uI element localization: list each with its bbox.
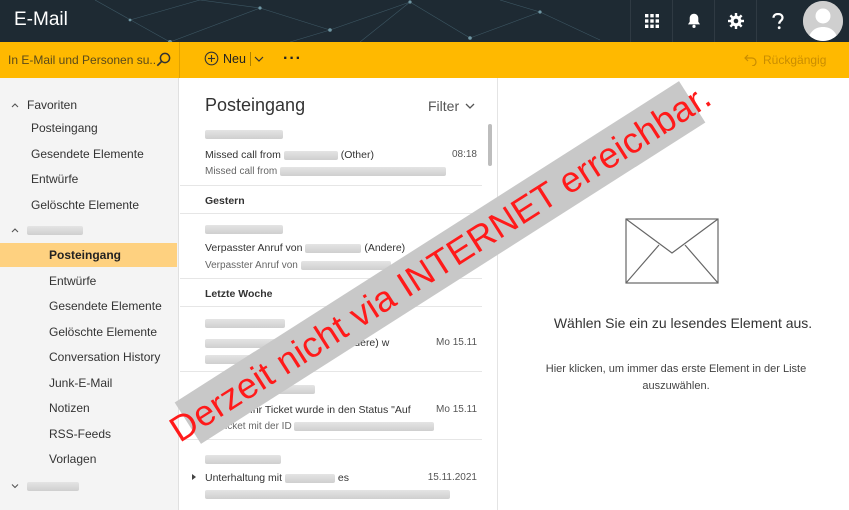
group-header-last-week: Letzte Woche xyxy=(205,288,273,300)
select-first-item-link[interactable]: Hier klicken, um immer das erste Element… xyxy=(526,361,826,395)
search-icon[interactable] xyxy=(156,52,171,67)
gear-icon xyxy=(727,13,744,29)
redacted-sender xyxy=(205,225,283,234)
bell-icon xyxy=(687,13,700,28)
app-launcher-button[interactable] xyxy=(630,0,672,42)
filter-button[interactable]: Filter xyxy=(428,98,475,114)
more-options-icon[interactable]: ··· xyxy=(283,51,302,67)
chevron-down-icon[interactable] xyxy=(254,55,264,63)
undo-button[interactable]: Rückgängig xyxy=(744,53,826,67)
undo-icon xyxy=(744,54,757,66)
empty-state-title: Wählen Sie ein zu lesendes Element aus. xyxy=(553,315,813,331)
redacted-account-name xyxy=(27,481,79,491)
settings-button[interactable] xyxy=(714,0,756,42)
folder-item-inbox[interactable]: Posteingang xyxy=(0,243,177,267)
filter-label: Filter xyxy=(428,98,460,114)
favorite-item-drafts[interactable]: Entwürfe xyxy=(0,167,177,191)
folder-item-rss[interactable]: RSS-Feeds xyxy=(0,422,177,446)
help-icon xyxy=(771,12,784,29)
avatar-icon xyxy=(803,1,843,41)
second-account-group[interactable] xyxy=(0,476,179,496)
folder-item-sent[interactable]: Gesendete Elemente xyxy=(0,294,177,318)
chevron-down-icon xyxy=(465,103,475,109)
redacted-sender xyxy=(205,455,281,464)
scrollbar[interactable] xyxy=(488,124,492,166)
favorites-label: Favoriten xyxy=(27,98,78,112)
chevron-down-icon[interactable] xyxy=(10,481,20,491)
redacted-sender xyxy=(205,130,283,139)
plus-circle-icon xyxy=(204,51,219,66)
chevron-up-icon[interactable] xyxy=(10,100,20,110)
help-button[interactable] xyxy=(756,0,798,42)
folder-pane: Favoriten Posteingang Gesendete Elemente… xyxy=(0,78,179,510)
folder-item-junk[interactable]: Junk-E-Mail xyxy=(0,371,177,395)
favorite-item-inbox[interactable]: Posteingang xyxy=(0,116,177,140)
app-launcher-icon xyxy=(644,14,659,28)
favorites-group[interactable]: Favoriten xyxy=(0,95,179,115)
app-header: E-Mail xyxy=(0,0,849,42)
group-header-yesterday: Gestern xyxy=(205,195,245,207)
search-box xyxy=(0,42,180,78)
divider xyxy=(249,51,251,66)
favorite-item-deleted[interactable]: Gelöschte Elemente xyxy=(0,193,177,217)
favorite-item-sent[interactable]: Gesendete Elemente xyxy=(0,142,177,166)
message-list: Posteingang Filter Missed call from (Oth… xyxy=(180,78,498,510)
notifications-button[interactable] xyxy=(672,0,714,42)
redacted-sender xyxy=(205,319,285,328)
folder-item-notes[interactable]: Notizen xyxy=(0,396,177,420)
chevron-up-icon[interactable] xyxy=(10,225,20,235)
envelope-icon xyxy=(625,218,719,284)
new-message-button[interactable]: Neu xyxy=(204,51,264,66)
expand-thread-icon[interactable] xyxy=(190,473,198,481)
folder-item-drafts[interactable]: Entwürfe xyxy=(0,269,177,293)
reading-pane: Wählen Sie ein zu lesendes Element aus. … xyxy=(498,78,849,510)
folder-item-conversation-history[interactable]: Conversation History xyxy=(0,345,177,369)
command-bar: Neu ··· Rückgängig xyxy=(0,42,849,78)
new-button-label: Neu xyxy=(223,51,246,66)
app-title: E-Mail xyxy=(14,9,68,30)
list-title: Posteingang xyxy=(205,95,306,115)
account-group[interactable] xyxy=(0,220,179,240)
folder-item-templates[interactable]: Vorlagen xyxy=(0,447,177,471)
undo-label: Rückgängig xyxy=(763,53,827,67)
folder-item-deleted[interactable]: Gelöschte Elemente xyxy=(0,320,177,344)
account-button[interactable] xyxy=(801,1,845,41)
avatar xyxy=(803,1,843,41)
search-input[interactable] xyxy=(8,50,156,70)
list-item[interactable]: Missed call from (Other) Missed call fro… xyxy=(180,124,482,186)
list-item[interactable]: Unterhaltung mit es 15.11.2021 xyxy=(180,440,482,510)
redacted-account-name xyxy=(27,225,83,235)
